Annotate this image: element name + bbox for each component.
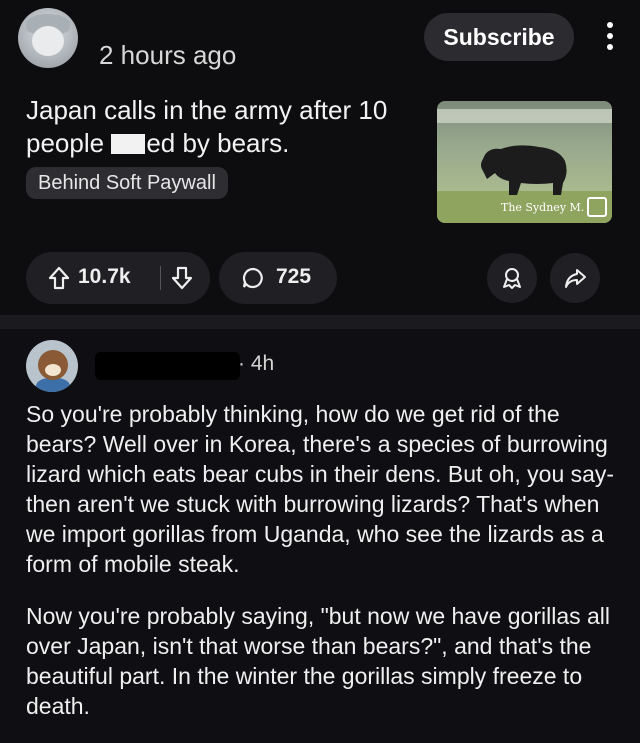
subscribe-button[interactable]: Subscribe (424, 13, 574, 61)
username-redaction (95, 352, 240, 380)
comment-time: · 4h (238, 352, 275, 375)
share-button[interactable] (550, 253, 600, 303)
comment-count: 725 (276, 265, 312, 288)
upvote-count: 10.7k (78, 265, 131, 288)
redaction-block (111, 134, 146, 154)
commenter-avatar[interactable] (26, 340, 78, 392)
comment-paragraph: So you're probably thinking, how do we g… (26, 401, 615, 577)
avatar-snout (45, 364, 61, 376)
post-title[interactable]: Japan calls in the army after 10 people … (26, 94, 416, 160)
speech-bubble-icon (242, 267, 263, 289)
thumbnail-watermark: The Sydney M. (501, 201, 585, 214)
external-link-icon (587, 197, 607, 217)
comments-button[interactable]: 725 (219, 252, 337, 304)
comment-paragraph: Now you're probably saying, "but now we … (26, 603, 611, 719)
post-time: 2 hours ago (99, 40, 237, 70)
post-thumbnail[interactable]: The Sydney M. (437, 101, 612, 223)
comment-body: So you're probably thinking, how do we g… (26, 399, 626, 743)
award-button[interactable] (487, 253, 537, 303)
arrow-down-icon[interactable] (171, 266, 193, 290)
title-text-end: ed by bears. (146, 128, 290, 158)
post-card: 2 hours ago Subscribe Japan calls in the… (0, 0, 640, 315)
avatar-face (32, 26, 64, 56)
arrow-up-icon[interactable] (48, 266, 70, 290)
award-icon (503, 268, 521, 289)
community-avatar[interactable] (18, 8, 78, 68)
more-options-icon[interactable] (598, 18, 622, 58)
thumbnail-fence (437, 109, 612, 123)
vote-divider (160, 266, 161, 290)
avatar-body (36, 378, 70, 392)
share-arrow-icon (565, 269, 586, 288)
bear-image (481, 145, 567, 195)
vote-bar: 10.7k (26, 252, 210, 304)
post-flair[interactable]: Behind Soft Paywall (26, 167, 228, 199)
section-divider (0, 315, 640, 329)
comment: · 4h So you're probably thinking, how do… (0, 329, 640, 743)
